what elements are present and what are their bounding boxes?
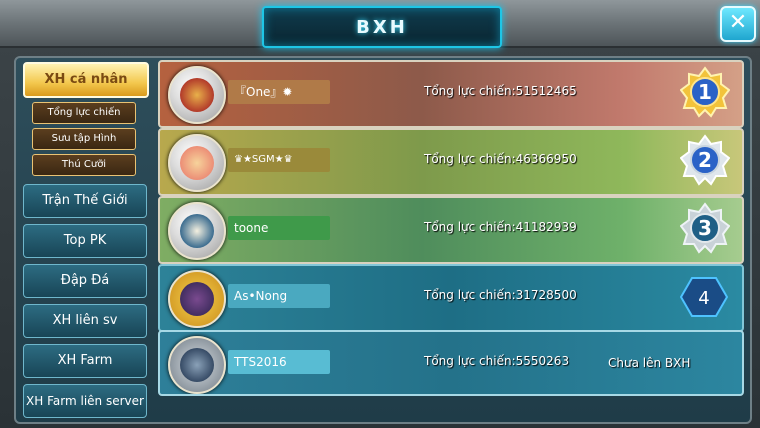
svg-text:2: 2 [698, 148, 712, 172]
svg-text:3: 3 [698, 216, 712, 240]
self-rank-row[interactable]: TTS2016 Tổng lực chiến:5550263 Chưa lên … [158, 330, 744, 396]
avatar [168, 270, 226, 328]
player-name: 『One』✹ [228, 80, 330, 104]
avatar [168, 66, 226, 124]
rank-4-hexagon-icon: 4 [680, 277, 728, 317]
power-value: Tổng lực chiến:5550263 [424, 354, 570, 368]
power-value: Tổng lực chiến:46366950 [424, 152, 577, 166]
power-value: Tổng lực chiến:31728500 [424, 288, 577, 302]
power-value: Tổng lực chiến:41182939 [424, 220, 577, 234]
sidebar-item-top-pk[interactable]: Top PK [23, 224, 147, 258]
ranking-row-2[interactable]: ♛★SGM★♛ Tổng lực chiến:46366950 2 [158, 128, 744, 196]
rank-status: Chưa lên BXH [608, 356, 691, 370]
power-value: Tổng lực chiến:51512465 [424, 84, 577, 98]
page-title: BXH [356, 16, 408, 38]
sidebar-item-personal-rank[interactable]: XH cá nhân [23, 62, 149, 98]
avatar [168, 336, 226, 394]
sidebar-subitem-total-power[interactable]: Tổng lực chiến [32, 102, 136, 124]
sidebar: XH cá nhân Tổng lực chiến Sưu tập Hình T… [20, 62, 152, 418]
sidebar-item-cross-server[interactable]: XH liên sv [23, 304, 147, 338]
svg-text:1: 1 [698, 80, 712, 104]
player-name: toone [228, 216, 330, 240]
sidebar-subitem-collection[interactable]: Sưu tập Hình [32, 128, 136, 150]
avatar [168, 134, 226, 192]
silver-medal-icon: 2 [680, 134, 730, 186]
sidebar-item-farm[interactable]: XH Farm [23, 344, 147, 378]
sidebar-subitem-mount[interactable]: Thú Cưỡi [32, 154, 136, 176]
ranking-row-1[interactable]: 『One』✹ Tổng lực chiến:51512465 1 [158, 60, 744, 128]
player-name: TTS2016 [228, 350, 330, 374]
close-button[interactable]: ✕ [720, 6, 756, 42]
player-name: As•Nong [228, 284, 330, 308]
avatar [168, 202, 226, 260]
sidebar-item-smash-stone[interactable]: Đập Đá [23, 264, 147, 298]
title-plate: BXH [262, 6, 502, 48]
svg-text:4: 4 [698, 288, 709, 309]
gold-medal-icon: 1 [680, 66, 730, 118]
player-name: ♛★SGM★♛ [228, 148, 330, 172]
ranking-row-3[interactable]: toone Tổng lực chiến:41182939 3 [158, 196, 744, 264]
sidebar-item-world-battle[interactable]: Trận Thế Giới [23, 184, 147, 218]
ranking-row-4[interactable]: As•Nong Tổng lực chiến:31728500 4 [158, 264, 744, 332]
bronze-medal-icon: 3 [680, 202, 730, 254]
sidebar-item-farm-cross-server[interactable]: XH Farm liên server [23, 384, 147, 418]
close-icon: ✕ [728, 10, 748, 35]
